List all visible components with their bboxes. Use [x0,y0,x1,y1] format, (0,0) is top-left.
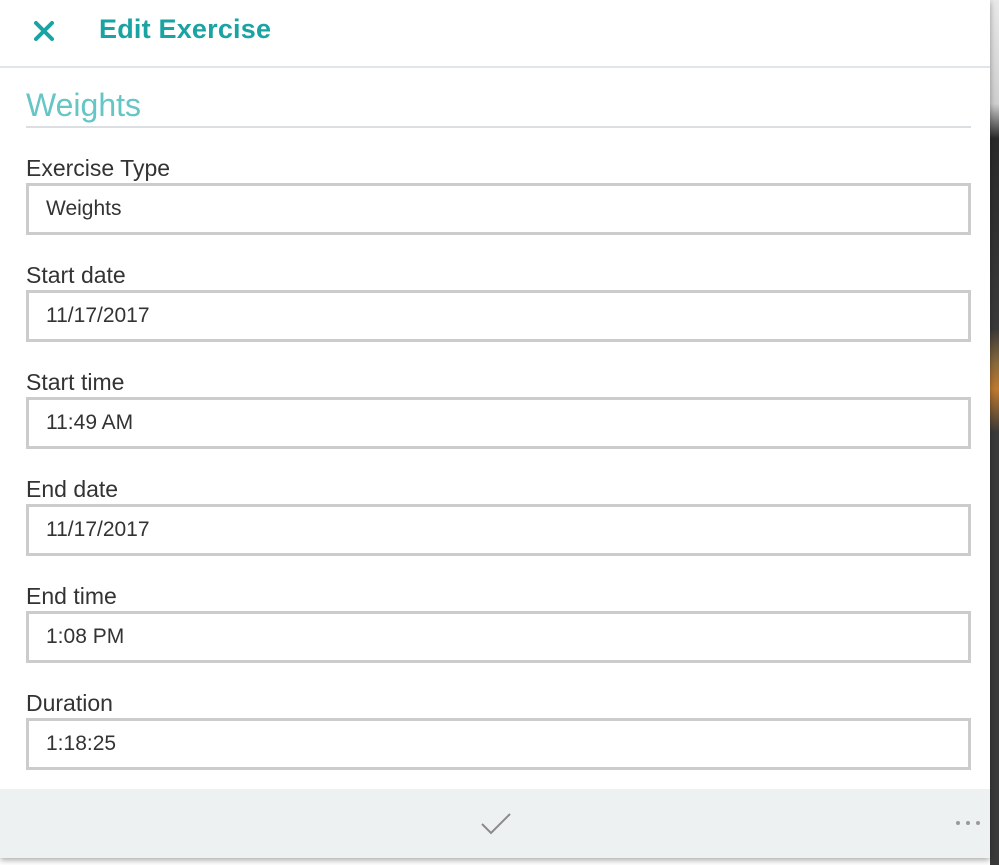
field-label: Start time [26,369,125,395]
field-end-time: End time 1:08 PM [26,582,971,663]
field-label: Duration [26,690,113,716]
exercise-type-input[interactable]: Weights [26,183,971,235]
end-time-input[interactable]: 1:08 PM [26,611,971,663]
command-bar [0,789,990,858]
field-duration: Duration 1:18:25 [26,689,971,770]
field-label: Start date [26,262,126,288]
more-options-button[interactable] [952,811,984,835]
field-label: End time [26,583,117,609]
save-button[interactable] [478,809,514,839]
dialog-header: Edit Exercise [0,0,990,68]
checkmark-icon [481,813,511,835]
close-button[interactable] [30,16,58,46]
more-options-icon [956,821,980,825]
background-window-edge [990,0,999,865]
field-end-date: End date 11/17/2017 [26,475,971,556]
dialog-title: Edit Exercise [99,14,272,44]
end-date-input[interactable]: 11/17/2017 [26,504,971,556]
field-exercise-type: Exercise Type Weights [26,154,971,235]
section-title: Weights [26,86,971,128]
start-date-input[interactable]: 11/17/2017 [26,290,971,342]
field-start-date: Start date 11/17/2017 [26,261,971,342]
field-label: End date [26,476,119,502]
duration-input[interactable]: 1:18:25 [26,718,971,770]
field-label: Exercise Type [26,155,171,181]
field-start-time: Start time 11:49 AM [26,368,971,449]
close-icon [34,21,54,41]
start-time-input[interactable]: 11:49 AM [26,397,971,449]
form-content: Weights Exercise Type Weights Start date… [26,68,971,770]
edit-exercise-dialog: Edit Exercise Weights Exercise Type Weig… [0,0,990,858]
